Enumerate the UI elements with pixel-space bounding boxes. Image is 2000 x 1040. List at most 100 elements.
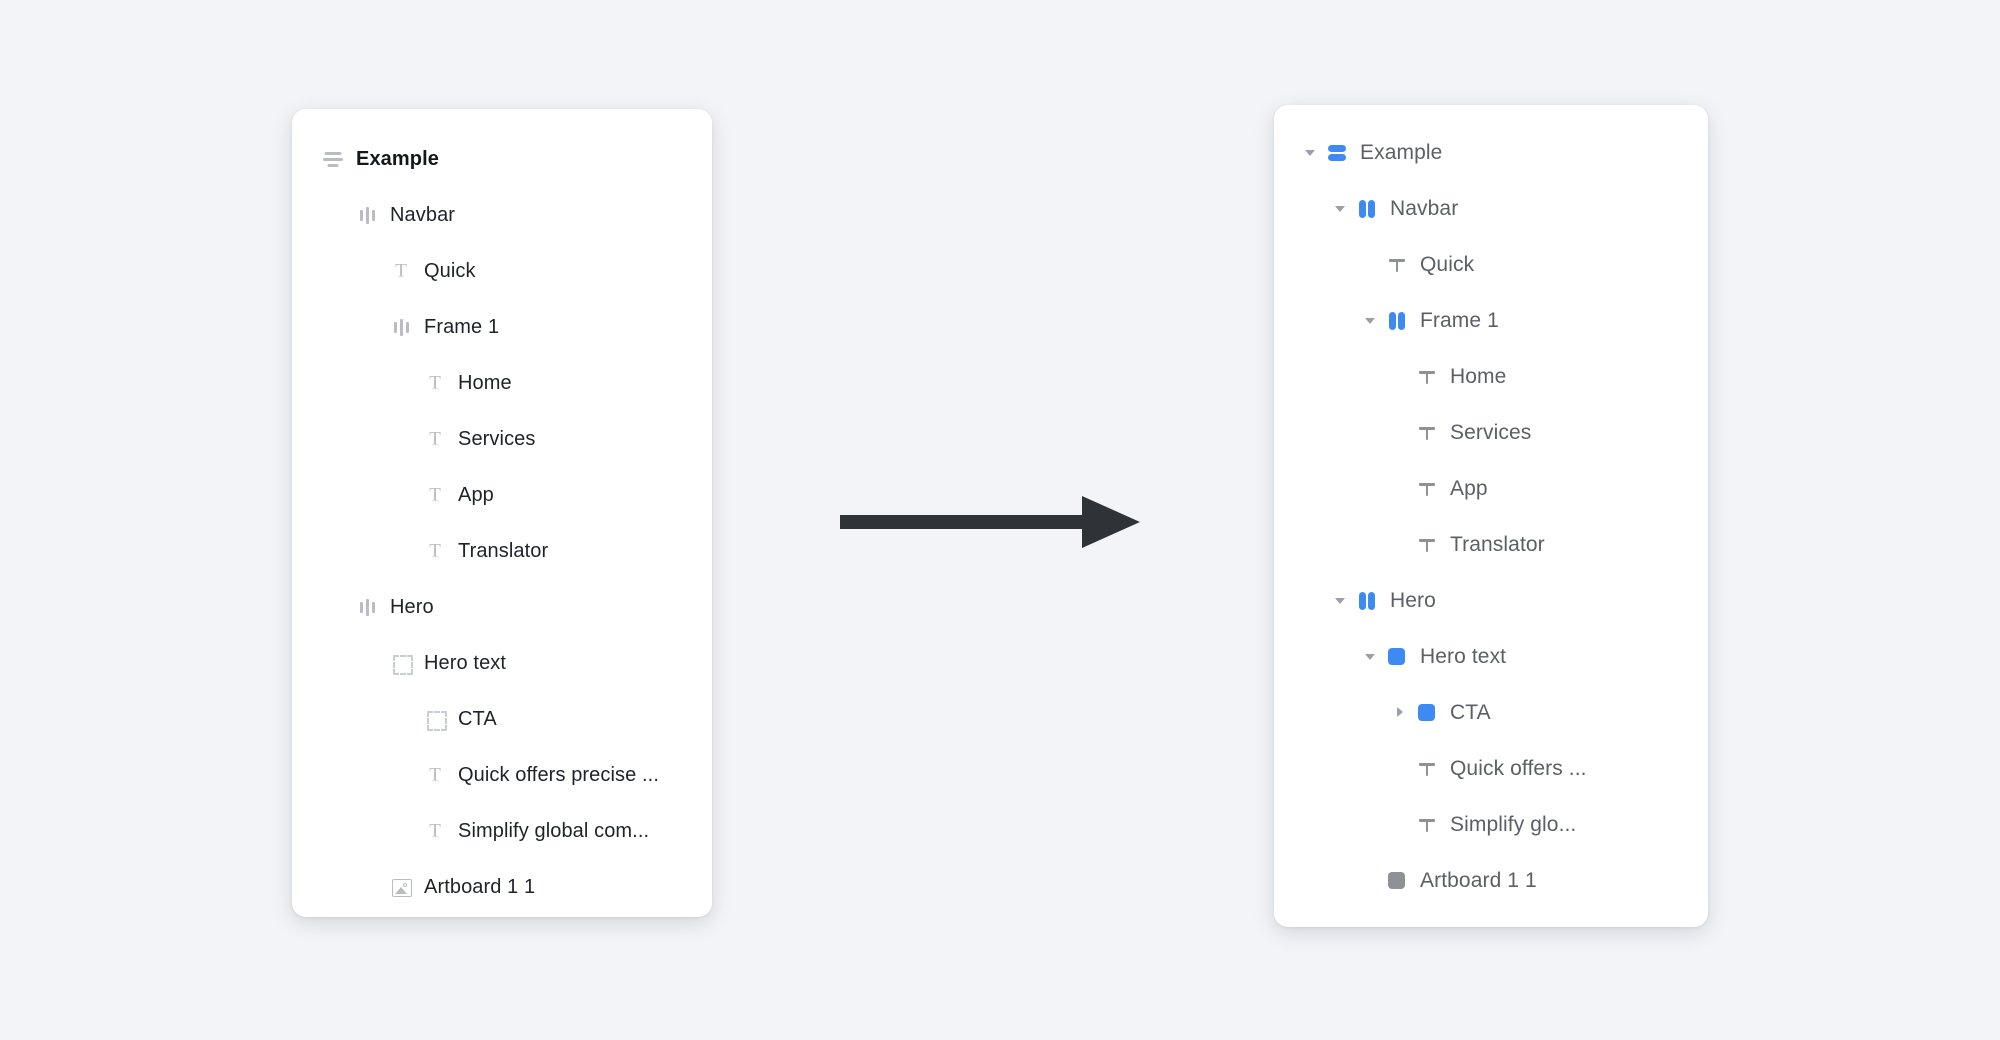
columns-icon bbox=[390, 316, 412, 338]
layer-label: Quick offers precise ... bbox=[458, 763, 659, 786]
arrow-head bbox=[1082, 496, 1140, 548]
layer-label: CTA bbox=[1450, 701, 1491, 724]
chevron-down-icon[interactable] bbox=[1362, 648, 1380, 666]
after-panel-wrapper: Example Navbar Quick Frame 1 Home Services App… bbox=[1274, 105, 1708, 927]
layer-label: Translator bbox=[1450, 533, 1545, 556]
layer-label: Artboard 1 1 bbox=[424, 875, 536, 898]
layer-row[interactable]: Hero text bbox=[1274, 629, 1708, 685]
chevron-down-icon[interactable] bbox=[1302, 144, 1320, 162]
layer-row[interactable]: Artboard 1 1 bbox=[1274, 853, 1708, 909]
layer-row[interactable]: Frame 1 bbox=[292, 299, 712, 355]
layer-label: Simplify global com... bbox=[458, 819, 650, 842]
layer-row[interactable]: Example bbox=[292, 131, 712, 187]
layer-row[interactable]: Navbar bbox=[1274, 181, 1708, 237]
layer-row[interactable]: App bbox=[1274, 461, 1708, 517]
before-layers-panel: Example Navbar Quick Frame 1 Home Services App… bbox=[292, 109, 712, 917]
vstack-icon bbox=[1386, 310, 1408, 332]
layer-row[interactable]: App bbox=[292, 467, 712, 523]
chevron-right-icon[interactable] bbox=[1392, 704, 1410, 722]
square-icon bbox=[1386, 646, 1408, 668]
chevron-down-icon[interactable] bbox=[1362, 312, 1380, 330]
text-icon bbox=[424, 540, 446, 562]
text-icon bbox=[424, 820, 446, 842]
layer-row[interactable]: Example bbox=[1274, 125, 1708, 181]
layer-label: Artboard 1 1 bbox=[1420, 869, 1537, 892]
vstack-icon bbox=[1356, 198, 1378, 220]
layer-row[interactable]: Quick bbox=[292, 243, 712, 299]
layer-label: Home bbox=[1450, 365, 1507, 388]
layer-row[interactable]: CTA bbox=[292, 691, 712, 747]
text-icon bbox=[424, 372, 446, 394]
text-solid-icon bbox=[1416, 366, 1438, 388]
layer-label: Example bbox=[356, 147, 439, 170]
layer-label: Services bbox=[1450, 421, 1532, 444]
layer-row[interactable]: Simplify glo... bbox=[1274, 797, 1708, 853]
layer-row[interactable]: Simplify global com... bbox=[292, 803, 712, 859]
layer-row[interactable]: Services bbox=[1274, 405, 1708, 461]
layer-label: Frame 1 bbox=[1420, 309, 1499, 332]
layer-row[interactable]: Hero bbox=[292, 579, 712, 635]
after-layers-panel: Example Navbar Quick Frame 1 Home Services App… bbox=[1274, 105, 1708, 927]
columns-icon bbox=[356, 204, 378, 226]
comparison-stage: Example Navbar Quick Frame 1 Home Services App… bbox=[0, 0, 2000, 1040]
layer-row[interactable]: Navbar bbox=[292, 187, 712, 243]
layer-label: Quick offers ... bbox=[1450, 757, 1587, 780]
layer-row[interactable]: CTA bbox=[1274, 685, 1708, 741]
layer-row[interactable]: Home bbox=[292, 355, 712, 411]
text-icon bbox=[424, 484, 446, 506]
layer-label: Hero bbox=[390, 595, 434, 618]
layer-label: Navbar bbox=[1390, 197, 1459, 220]
before-layer-tree[interactable]: Example Navbar Quick Frame 1 Home Services App… bbox=[292, 131, 712, 915]
text-icon bbox=[390, 260, 412, 282]
layer-label: Hero bbox=[1390, 589, 1436, 612]
chevron-down-icon[interactable] bbox=[1332, 200, 1350, 218]
text-icon bbox=[424, 428, 446, 450]
layer-row[interactable]: Artboard 1 1 bbox=[292, 859, 712, 915]
layer-label: Quick bbox=[424, 259, 476, 282]
layer-label: Example bbox=[1360, 141, 1443, 164]
layer-row[interactable]: Hero bbox=[1274, 573, 1708, 629]
text-solid-icon bbox=[1386, 254, 1408, 276]
text-solid-icon bbox=[1416, 478, 1438, 500]
after-layer-tree[interactable]: Example Navbar Quick Frame 1 Home Services App… bbox=[1274, 125, 1708, 909]
layer-label: App bbox=[1450, 477, 1488, 500]
square-icon bbox=[1416, 702, 1438, 724]
text-solid-icon bbox=[1416, 422, 1438, 444]
layer-row[interactable]: Translator bbox=[1274, 517, 1708, 573]
layer-label: Hero text bbox=[424, 651, 507, 674]
before-panel-wrapper: Example Navbar Quick Frame 1 Home Services App… bbox=[292, 109, 712, 917]
layer-label: Quick bbox=[1420, 253, 1475, 276]
square-grey-icon bbox=[1386, 870, 1408, 892]
layer-label: Navbar bbox=[390, 203, 456, 226]
layer-row[interactable]: Quick bbox=[1274, 237, 1708, 293]
layer-row[interactable]: Home bbox=[1274, 349, 1708, 405]
hstack-icon bbox=[1326, 142, 1348, 164]
text-solid-icon bbox=[1416, 534, 1438, 556]
chevron-down-icon[interactable] bbox=[1332, 592, 1350, 610]
group-icon bbox=[424, 708, 447, 731]
vstack-icon bbox=[1356, 590, 1378, 612]
layer-row[interactable]: Services bbox=[292, 411, 712, 467]
layer-label: Services bbox=[458, 427, 536, 450]
group-icon bbox=[390, 652, 413, 675]
layer-label: Hero text bbox=[1420, 645, 1507, 668]
layer-row[interactable]: Hero text bbox=[292, 635, 712, 691]
layer-row[interactable]: Quick offers ... bbox=[1274, 741, 1708, 797]
image-icon bbox=[390, 876, 412, 898]
layer-row[interactable]: Quick offers precise ... bbox=[292, 747, 712, 803]
layer-row[interactable]: Frame 1 bbox=[1274, 293, 1708, 349]
layer-label: CTA bbox=[458, 707, 497, 730]
columns-icon bbox=[356, 596, 378, 618]
arrow-shaft bbox=[840, 515, 1085, 529]
text-solid-icon bbox=[1416, 814, 1438, 836]
right-arrow-icon bbox=[840, 496, 1140, 548]
layer-row[interactable]: Translator bbox=[292, 523, 712, 579]
